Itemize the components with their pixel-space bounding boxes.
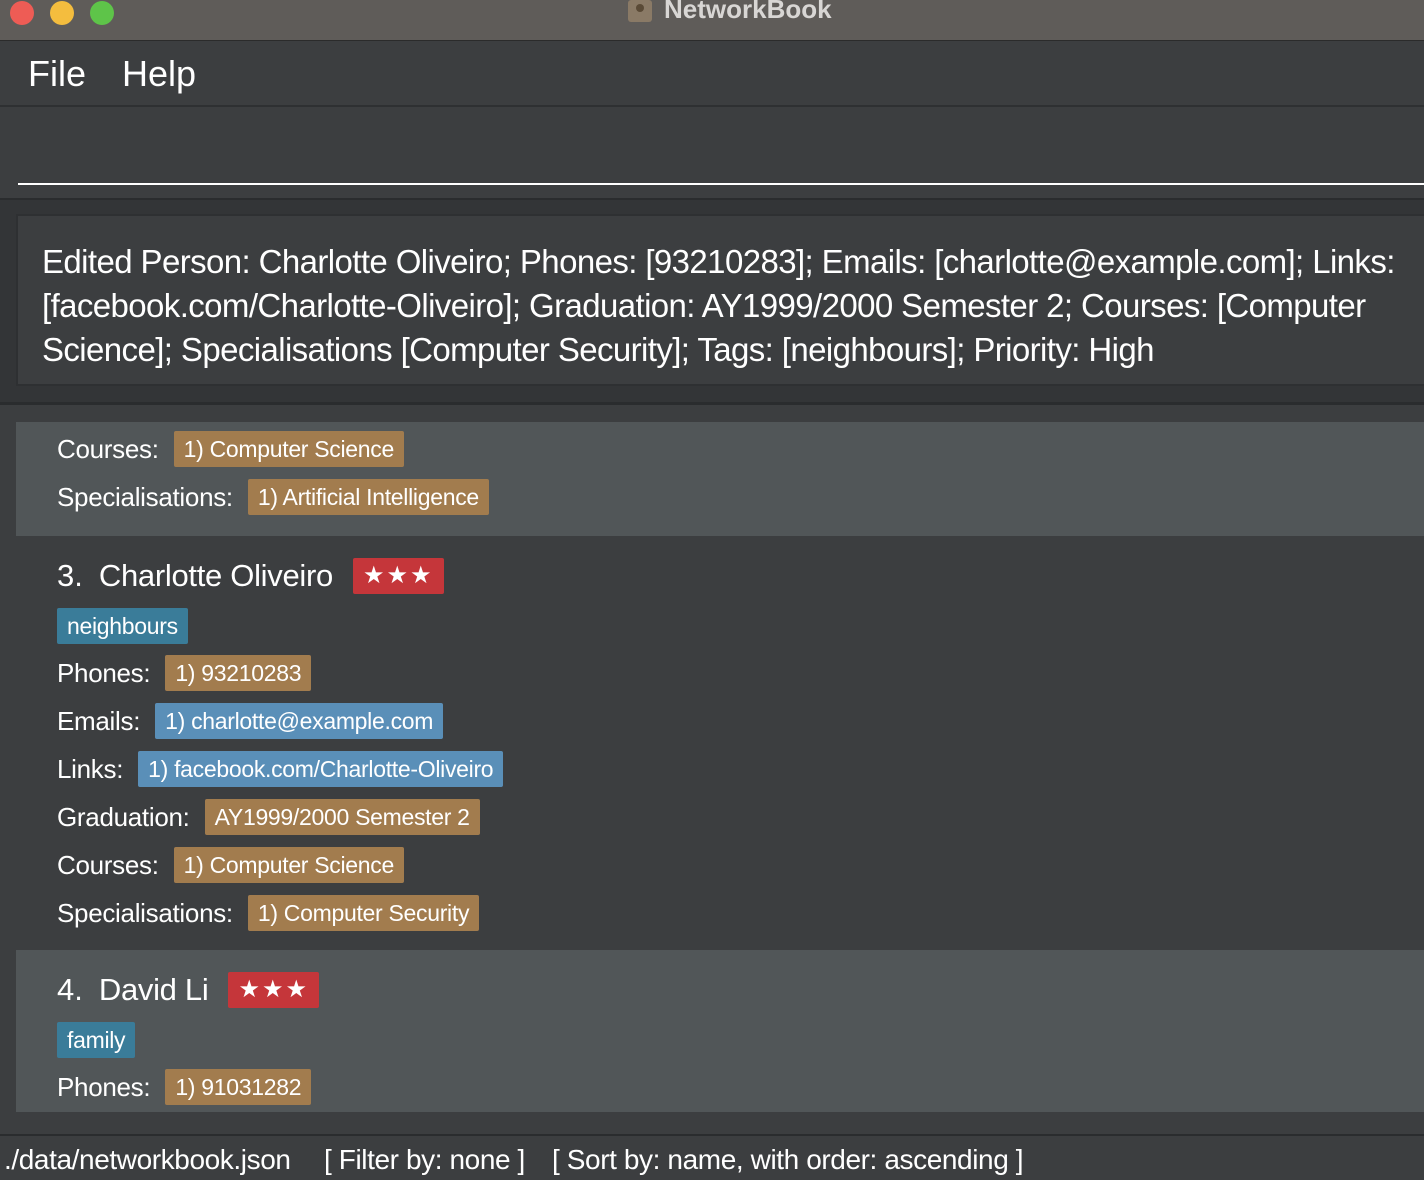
specialisations-label: Specialisations: [57,481,233,512]
courses-label: Courses: [57,433,159,464]
person-name: Charlotte Oliveiro [98,558,333,593]
result-line: [facebook.com/Charlotte-Oliveiro]; Gradu… [42,287,1366,324]
course-chip: 1) Computer Science [173,431,404,467]
result-line: Edited Person: Charlotte Oliveiro; Phone… [42,243,1395,280]
courses-row: Courses: 1) Computer Science [57,430,404,468]
person-index: 4. [57,972,83,1007]
result-line: Science]; Specialisations [Computer Secu… [42,331,1154,368]
courses-label: Courses: [57,849,159,880]
command-box [0,107,1424,197]
status-bar: ./data/networkbook.json [ Filter by: non… [0,1134,1424,1180]
phones-label: Phones: [57,657,151,688]
course-chip: 1) Computer Science [173,847,404,883]
tags-row: neighbours [57,607,188,645]
phones-row: Phones: 1) 93210283 [57,654,312,692]
status-filter: [ Filter by: none ] [324,1144,525,1175]
person-name: David Li [98,972,209,1007]
graduation-row: Graduation: AY1999/2000 Semester 2 [57,798,480,836]
status-file-path: ./data/networkbook.json [4,1144,291,1175]
link-chip[interactable]: 1) facebook.com/Charlotte-Oliveiro [138,751,504,787]
graduation-label: Graduation: [57,801,190,832]
emails-label: Emails: [57,705,141,736]
menu-bar: File Help [0,41,1424,107]
priority-stars-badge: ★★★ [228,972,320,1008]
command-input[interactable] [18,107,1424,185]
status-sort: [ Sort by: name, with order: ascending ] [552,1144,1024,1175]
tag-chip: neighbours [57,608,188,644]
person-card[interactable]: 3. Charlotte Oliveiro ★★★ neighbours Pho… [16,536,1424,950]
result-display-panel: Edited Person: Charlotte Oliveiro; Phone… [0,198,1424,405]
specialisation-chip: 1) Computer Security [247,895,480,931]
tags-row: family [57,1021,136,1059]
result-display: Edited Person: Charlotte Oliveiro; Phone… [16,214,1424,386]
phones-label: Phones: [57,1071,151,1102]
specialisations-label: Specialisations: [57,897,233,928]
person-list[interactable]: Courses: 1) Computer Science Specialisat… [16,422,1424,1112]
app-window: NetworkBook File Help Edited Person: Cha… [0,0,1424,1180]
result-message: Edited Person: Charlotte Oliveiro; Phone… [42,240,1424,372]
courses-row: Courses: 1) Computer Science [57,846,404,884]
phone-chip: 1) 91031282 [165,1069,312,1105]
person-header: 4. David Li ★★★ [57,968,320,1012]
phones-row: Phones: 1) 91031282 [57,1068,312,1106]
specialisations-row: Specialisations: 1) Artificial Intellige… [57,478,489,516]
title-bar: NetworkBook [0,0,1424,41]
links-label: Links: [57,753,124,784]
person-index: 3. [57,558,83,593]
specialisation-chip: 1) Artificial Intelligence [247,479,489,515]
app-contact-book-icon [628,0,652,22]
person-card[interactable]: Courses: 1) Computer Science Specialisat… [16,422,1424,536]
tag-chip: family [57,1022,136,1058]
zoom-window-button[interactable] [90,1,114,25]
person-card[interactable]: 4. David Li ★★★ family Phones: 1) 910312… [16,950,1424,1112]
graduation-chip: AY1999/2000 Semester 2 [204,799,480,835]
person-header: 3. Charlotte Oliveiro ★★★ [57,554,444,598]
email-chip[interactable]: 1) charlotte@example.com [155,703,444,739]
links-row: Links: 1) facebook.com/Charlotte-Oliveir… [57,750,504,788]
menu-file[interactable]: File [28,53,86,95]
phone-chip: 1) 93210283 [165,655,312,691]
specialisations-row: Specialisations: 1) Computer Security [57,894,480,932]
window-title: NetworkBook [664,0,832,24]
close-window-button[interactable] [10,1,34,25]
menu-help[interactable]: Help [122,53,196,95]
emails-row: Emails: 1) charlotte@example.com [57,702,444,740]
priority-stars-badge: ★★★ [352,558,444,594]
minimize-window-button[interactable] [50,1,74,25]
